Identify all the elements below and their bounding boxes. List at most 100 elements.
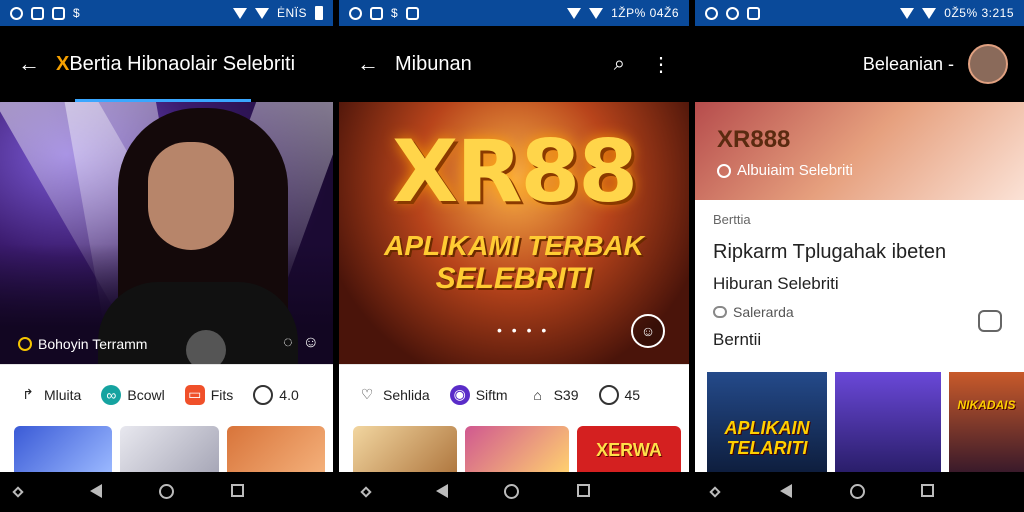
action-home[interactable]: ⌂ S39: [528, 385, 579, 405]
circle-icon: [717, 163, 731, 178]
action-label: Siftm: [475, 386, 508, 403]
nav-home-icon[interactable]: [159, 484, 174, 499]
home-icon: ⌂: [533, 386, 542, 403]
carousel-dots[interactable]: • • • •: [497, 322, 549, 338]
phone-screen-1: $ ĖNÏS ← XBertia Hibnaolair Selebriti Bo…: [0, 0, 333, 472]
mail-icon: [406, 6, 420, 20]
sync-icon: [726, 6, 739, 20]
action-red[interactable]: ▭ Fits: [184, 384, 234, 405]
back-arrow-icon[interactable]: ←: [18, 51, 56, 77]
thumbnail-text: APLIKAIN TELARITI: [724, 418, 810, 458]
article-headline[interactable]: Ripkarm Tplugahak ibeten: [713, 241, 1006, 264]
chat-icon[interactable]: [978, 310, 1002, 332]
hero-brand: XR888: [717, 126, 791, 153]
dollar-icon: $: [73, 6, 81, 20]
nav-recents-icon[interactable]: [577, 484, 590, 497]
thumbnail-strip: [0, 424, 333, 472]
more-options-icon[interactable]: ⋮: [651, 52, 671, 77]
thumbnail[interactable]: [835, 372, 941, 472]
thumbnail[interactable]: [226, 426, 325, 472]
hero-banner[interactable]: XR888 Albuiaim Selebriti: [695, 102, 1024, 200]
singer-face: [148, 142, 234, 250]
hero-brand: XR88: [391, 122, 638, 222]
hide-keyboard-icon[interactable]: [12, 486, 24, 498]
nav-home-icon[interactable]: [850, 484, 865, 499]
action-label: Fits: [210, 386, 234, 403]
action-label: Sehlida: [383, 386, 430, 403]
avatar[interactable]: [968, 44, 1008, 84]
wifi-icon: [567, 7, 582, 19]
hero-icons: ◌ ☺: [283, 334, 319, 352]
emoji-icon[interactable]: ☺: [303, 334, 319, 352]
action-share[interactable]: ↱ Mluita: [18, 385, 81, 405]
title-text: Bertia Hibnaolair Selebriti: [69, 52, 296, 75]
teal-circle-icon: ∞: [101, 384, 122, 405]
nav-back-icon[interactable]: [780, 484, 792, 498]
status-bar: 0Ž5% 3:215: [695, 0, 1024, 26]
action-comment[interactable]: 4.0: [253, 384, 299, 405]
title-prefix: X: [56, 52, 70, 75]
action-label: Bcowl: [127, 386, 165, 403]
thumbnail-strip: XERWA: [339, 424, 689, 472]
thumbnail[interactable]: [465, 426, 569, 472]
nav-recents-icon[interactable]: [231, 484, 244, 497]
phone-screen-3: 0Ž5% 3:215 Beleanian - XR888 Albuiaim Se…: [695, 0, 1024, 472]
page-title: Beleanian -: [862, 53, 954, 74]
search-icon[interactable]: ⌕: [614, 53, 625, 76]
thumbnail-strip: APLIKAIN TELARITI NIKADAIS: [695, 372, 1024, 472]
nav-back-icon[interactable]: [90, 484, 102, 498]
hero-subtitle-text: Albuiaim Selebriti: [737, 162, 853, 179]
photo-icon: [31, 6, 44, 20]
action-purple[interactable]: ◉ Siftm: [449, 384, 508, 405]
category-label: Berttia: [713, 212, 751, 227]
article-meta: Salerarda: [713, 304, 1006, 320]
status-text: ĖNÏS: [276, 6, 307, 20]
hero-line1: APLIKAMI TERBAK: [384, 230, 644, 261]
circle-icon: [18, 337, 32, 351]
hide-keyboard-icon[interactable]: [360, 486, 372, 498]
microphone-icon: [186, 330, 226, 364]
phone-screen-2: $ 1ŽP% 04Ž6 ← Mibunan ⌕ ⋮ XR88 APLIKAMI …: [339, 0, 689, 472]
nav-home-icon[interactable]: [504, 484, 519, 499]
dollar-icon: $: [391, 6, 399, 20]
hide-keyboard-icon[interactable]: [709, 486, 721, 498]
comment-icon: [713, 306, 727, 318]
signal-icon: [10, 6, 23, 20]
thumbnail[interactable]: [353, 426, 457, 472]
hero-caption: Bohoyin Terramm: [18, 336, 147, 352]
action-label: S39: [553, 386, 579, 403]
thumbnail[interactable]: [14, 426, 113, 472]
red-square-icon: ▭: [184, 384, 205, 405]
thumbnail[interactable]: APLIKAIN TELARITI: [707, 372, 827, 472]
hero-image-singer[interactable]: Bohoyin Terramm ◌ ☺: [0, 102, 333, 364]
face-scan-icon[interactable]: ☺: [631, 314, 665, 348]
status-bar: $ 1ŽP% 04Ž6: [339, 0, 689, 26]
article-body: Berttia Ripkarm Tplugahak ibeten Hiburan…: [695, 200, 1024, 368]
thumbnail-text: NIKADAIS: [957, 398, 1016, 412]
back-arrow-icon[interactable]: ←: [357, 51, 395, 77]
action-like[interactable]: ♡ Sehlida: [357, 385, 430, 405]
photo-icon: [370, 6, 383, 20]
nav-recents-icon[interactable]: [921, 484, 934, 497]
wifi-icon: [232, 7, 247, 19]
action-comment[interactable]: 45: [598, 384, 641, 405]
hero-line2: SELEBRITI: [435, 262, 593, 295]
action-teal[interactable]: ∞ Bcowl: [101, 384, 165, 405]
action-label: 45: [624, 386, 641, 403]
hero-subtitle: Albuiaim Selebriti: [717, 162, 853, 179]
nav-back-icon[interactable]: [436, 484, 448, 498]
hero-banner[interactable]: XR88 APLIKAMI TERBAK SELEBRITI • • • • ☺: [339, 102, 689, 364]
thumbnail[interactable]: [120, 426, 219, 472]
comment-icon: [253, 384, 274, 405]
thumbnail[interactable]: NIKADAIS: [949, 372, 1024, 472]
signal-strength-icon: [589, 7, 604, 19]
status-text: 1ŽP% 04Ž6: [611, 6, 679, 20]
app-bar: ← Mibunan ⌕ ⋮: [339, 26, 689, 102]
chat-icon[interactable]: ◌: [283, 334, 293, 352]
photo-icon: [747, 6, 760, 20]
status-bar: $ ĖNÏS: [0, 0, 333, 26]
signal-strength-icon: [254, 7, 269, 19]
purple-circle-icon: ◉: [449, 384, 470, 405]
signal-icon: [705, 6, 718, 20]
thumbnail[interactable]: XERWA: [577, 426, 681, 472]
